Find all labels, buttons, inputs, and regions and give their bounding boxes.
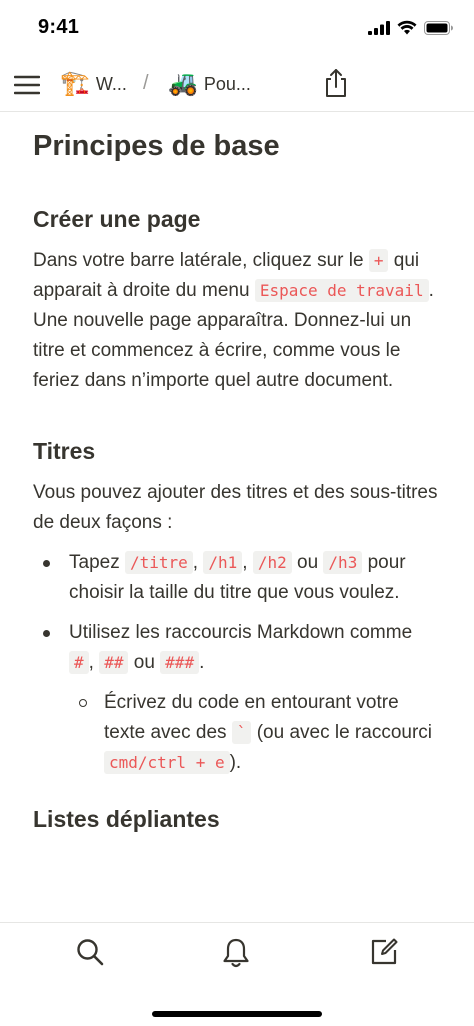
- inline-code: ###: [160, 651, 200, 674]
- wifi-icon: [397, 20, 417, 35]
- text: Tapez: [69, 552, 125, 573]
- top-nav-bar: 🏗️ W... / 🚜 Pou...: [0, 58, 474, 112]
- text: ou: [128, 652, 161, 673]
- text: Dans votre barre latérale, cliquez sur l…: [33, 250, 369, 271]
- breadcrumb-workspace[interactable]: 🏗️ W...: [60, 69, 127, 99]
- bell-icon: [223, 938, 249, 968]
- menu-button[interactable]: [14, 71, 42, 99]
- status-time: 9:41: [38, 16, 80, 38]
- cellular-signal-icon: [368, 20, 390, 35]
- text: ).: [229, 752, 242, 773]
- status-bar: 9:41: [0, 0, 474, 58]
- inline-code: /h1: [203, 551, 243, 574]
- status-icons: [368, 20, 454, 35]
- list-item[interactable]: Utilisez les raccourcis Markdown comme #…: [33, 618, 441, 778]
- inline-code: /h2: [252, 551, 292, 574]
- paragraph-create-page[interactable]: Dans votre barre latérale, cliquez sur l…: [33, 246, 441, 396]
- tractor-icon: 🚜: [168, 70, 198, 97]
- inline-code: /titre: [124, 551, 193, 574]
- inline-code: #: [69, 651, 89, 674]
- home-indicator: [152, 1011, 322, 1017]
- text: (ou avec le raccourci: [251, 722, 433, 743]
- page-title[interactable]: Principes de base: [33, 128, 441, 164]
- inline-code: `: [231, 721, 252, 744]
- breadcrumb-workspace-label: W...: [95, 73, 127, 94]
- heading-create-page[interactable]: Créer une page: [33, 204, 441, 234]
- share-button[interactable]: [324, 67, 352, 99]
- bulleted-list: Tapez /titre, /h1, /h2 ou /h3 pour chois…: [33, 548, 441, 778]
- search-icon: [77, 939, 104, 966]
- breadcrumb-page[interactable]: 🚜 Pou...: [168, 69, 251, 99]
- text: Utilisez les raccourcis Markdown comme: [69, 622, 413, 643]
- breadcrumb-separator: /: [143, 72, 149, 94]
- list-item[interactable]: Tapez /titre, /h1, /h2 ou /h3 pour chois…: [33, 548, 441, 608]
- hamburger-icon: [14, 75, 40, 95]
- battery-icon: [424, 20, 453, 35]
- new-page-button[interactable]: [369, 937, 401, 969]
- list-item[interactable]: Écrivez du code en entourant votre texte…: [69, 688, 441, 778]
- nested-list: Écrivez du code en entourant votre texte…: [69, 688, 441, 778]
- text: ,: [88, 652, 100, 673]
- inline-code: Espace de travail: [254, 279, 429, 302]
- construction-crane-icon: 🏗️: [60, 70, 90, 97]
- notifications-button[interactable]: [221, 937, 253, 969]
- text: ,: [242, 552, 253, 573]
- bottom-tab-bar: [0, 922, 474, 1026]
- inline-code: +: [368, 249, 389, 272]
- text: ,: [192, 552, 204, 573]
- heading-toggle-lists[interactable]: Listes dépliantes: [33, 804, 441, 834]
- inline-code: cmd/ctrl + e: [104, 751, 230, 774]
- paragraph-titles-intro[interactable]: Vous pouvez ajouter des titres et des so…: [33, 478, 441, 538]
- share-icon: [326, 69, 346, 97]
- inline-code: /h3: [323, 551, 363, 574]
- heading-titles[interactable]: Titres: [33, 436, 441, 466]
- inline-code: ##: [99, 651, 129, 674]
- compose-icon: [371, 938, 398, 965]
- search-button[interactable]: [75, 937, 107, 969]
- breadcrumb-page-label: Pou...: [203, 73, 251, 94]
- page-content[interactable]: Principes de base Créer une page Dans vo…: [0, 112, 474, 922]
- text: .: [199, 652, 205, 673]
- text: ou: [291, 552, 324, 573]
